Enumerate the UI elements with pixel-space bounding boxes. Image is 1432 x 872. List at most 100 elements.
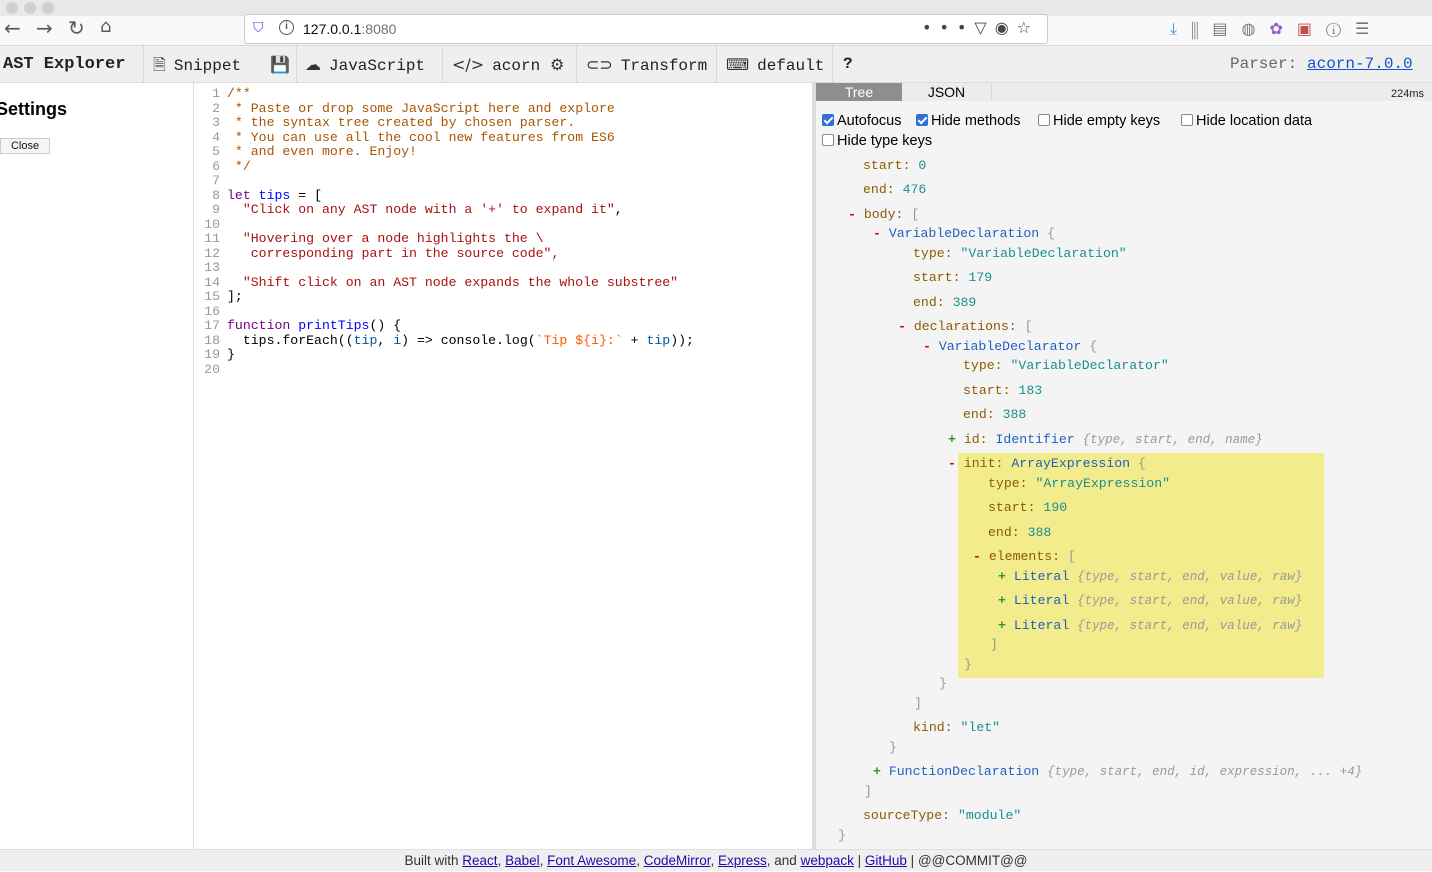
collapse-toggle[interactable]: - [923, 339, 931, 354]
line-number: 17 [204, 318, 220, 333]
code-text[interactable]: "Shift click on an AST node expands the … [227, 275, 678, 291]
code-text[interactable]: "Click on any AST node with a '+' to exp… [227, 202, 623, 218]
parser-button[interactable]: </> acorn [452, 46, 540, 83]
snippet-button[interactable]: 🗎 Snippet [153, 46, 241, 83]
code-text[interactable]: "Hovering over a node highlights the \ [227, 231, 544, 247]
addon3-icon[interactable]: ⓘ [1326, 19, 1355, 38]
cloud-icon: ☁ [305, 55, 321, 74]
url-bar[interactable]: ⛉ i 127.0.0.1:8080 •••▽◉☆ [244, 14, 1048, 44]
shield-icon[interactable]: ⛉ [253, 20, 264, 36]
express-link[interactable]: Express [718, 853, 767, 868]
tree-row[interactable]: - init: ArrayExpression { [948, 456, 1146, 472]
line-number: 8 [212, 187, 220, 203]
window-zoom-dot[interactable] [42, 2, 54, 14]
transform-button[interactable]: ⊂⊃ Transform [586, 46, 707, 83]
webpack-link[interactable]: webpack [801, 853, 854, 868]
collapse-toggle[interactable]: - [898, 319, 906, 334]
react-link[interactable]: React [462, 853, 497, 868]
tree-row[interactable]: + Literal {type, start, end, value, raw} [998, 593, 1302, 609]
expand-toggle[interactable]: + [873, 764, 881, 779]
tree-row[interactable]: - VariableDeclaration { [873, 226, 1055, 242]
expand-toggle[interactable]: + [998, 593, 1006, 608]
line-number: 19 [204, 347, 220, 362]
line-number: 4 [212, 129, 220, 145]
tree-row: } [838, 828, 846, 843]
github-link[interactable]: GitHub [865, 853, 907, 868]
addon2-icon[interactable]: ▣ [1297, 19, 1326, 38]
code-text[interactable]: /** [227, 86, 251, 102]
ast-panel: Tree JSON 224ms Autofocus Hide methods H… [812, 83, 1432, 849]
collapse-toggle[interactable]: - [848, 207, 856, 222]
bookmark-star-icon[interactable]: ☆ [1017, 18, 1039, 37]
pocket-icon[interactable]: ▽ [974, 18, 994, 37]
toolbar-divider [576, 46, 577, 83]
line-number: 6 [212, 158, 220, 174]
code-text[interactable]: corresponding part in the source code", [227, 246, 560, 262]
codemirror-link[interactable]: CodeMirror [644, 853, 711, 868]
tree-row: ] [990, 637, 998, 652]
expand-toggle[interactable]: + [948, 432, 956, 447]
toolbar-divider [296, 46, 297, 83]
more-icon[interactable]: ••• [922, 18, 974, 37]
language-button[interactable]: ☁ JavaScript [305, 46, 425, 83]
tree-row[interactable]: + Literal {type, start, end, value, raw} [998, 569, 1302, 585]
babel-link[interactable]: Babel [505, 853, 540, 868]
code-editor[interactable]: 1 /** 2 * Paste or drop some JavaScript he… [194, 83, 812, 849]
tree-row: kind: "let" [913, 720, 1001, 735]
library-icon[interactable]: ⫼ [1191, 19, 1212, 38]
home-icon[interactable]: ⌂ [100, 16, 111, 37]
url-text[interactable]: 127.0.0.1:8080 [303, 21, 396, 37]
tree-row: ] [864, 784, 872, 799]
tree-row[interactable]: + id: Identifier {type, start, end, name… [948, 432, 1263, 448]
tree-row[interactable]: - body: [ [848, 207, 919, 223]
tree-row[interactable]: - declarations: [ [898, 319, 1033, 335]
sidebar-icon[interactable]: ▤ [1212, 19, 1241, 38]
code-text[interactable]: } [227, 347, 235, 363]
addon-icon[interactable]: ✿ [1270, 19, 1297, 38]
tree-row[interactable]: - VariableDeclarator { [923, 339, 1097, 355]
parser-label: Parser: [1230, 55, 1298, 73]
parser-version-link[interactable]: acorn-7.0.0 [1307, 46, 1413, 83]
keymap-button[interactable]: ⌨ default [726, 46, 824, 83]
forward-icon[interactable]: → [36, 16, 53, 40]
info-icon[interactable]: i [279, 20, 294, 35]
font-awesome-link[interactable]: Font Awesome [547, 853, 636, 868]
window-minimize-dot[interactable] [24, 2, 36, 14]
reload-icon[interactable]: ↻ [68, 16, 85, 40]
save-button[interactable]: 💾 [270, 46, 298, 83]
code-text[interactable]: function printTips() { [227, 318, 401, 334]
code-text[interactable]: let tips = [ [227, 188, 322, 204]
account-icon[interactable]: ◍ [1242, 19, 1270, 38]
page-actions[interactable]: •••▽◉☆ [922, 18, 1039, 37]
code-text[interactable]: * Paste or drop some JavaScript here and… [227, 101, 615, 117]
footer: Built with React, Babel, Font Awesome, C… [0, 849, 1432, 871]
window-close-dot[interactable] [6, 2, 18, 14]
code-text[interactable]: * and even more. Enjoy! [227, 144, 417, 160]
expand-toggle[interactable]: + [998, 569, 1006, 584]
parser-settings-button[interactable]: ⚙ [550, 46, 572, 83]
code-text[interactable]: tips.forEach((tip, i) => console.log(`Ti… [227, 333, 694, 349]
extension-icon[interactable]: ◉ [995, 18, 1017, 37]
collapse-toggle[interactable]: - [873, 226, 881, 241]
keyboard-icon: ⌨ [726, 55, 750, 74]
close-button[interactable]: Close [0, 138, 50, 154]
toolbar-divider [442, 46, 443, 83]
code-text[interactable]: * the syntax tree created by chosen pars… [227, 115, 575, 131]
code-text[interactable]: ]; [227, 289, 243, 305]
expand-toggle[interactable]: + [998, 618, 1006, 633]
code-text[interactable]: * You can use all the cool new features … [227, 130, 615, 146]
toolbar-divider [832, 46, 833, 83]
tree-row[interactable]: + Literal {type, start, end, value, raw} [998, 618, 1302, 634]
tree-row[interactable]: + FunctionDeclaration {type, start, end,… [873, 764, 1362, 780]
tree-row[interactable]: - elements: [ [973, 549, 1076, 565]
download-icon[interactable]: ⤓ [1170, 19, 1191, 38]
browser-chrome: ← → ↻ ⌂ ⛉ i 127.0.0.1:8080 •••▽◉☆ ⤓⫼▤◍✿▣… [0, 0, 1432, 46]
back-icon[interactable]: ← [4, 16, 21, 40]
collapse-toggle[interactable]: - [948, 456, 956, 471]
help-button[interactable]: ? [843, 46, 853, 83]
menu-icon[interactable]: ☰ [1355, 19, 1383, 38]
collapse-toggle[interactable]: - [973, 549, 981, 564]
settings-panel: Settings Close [0, 83, 194, 849]
settings-title: Settings [0, 99, 68, 119]
code-text[interactable]: */ [227, 159, 251, 175]
